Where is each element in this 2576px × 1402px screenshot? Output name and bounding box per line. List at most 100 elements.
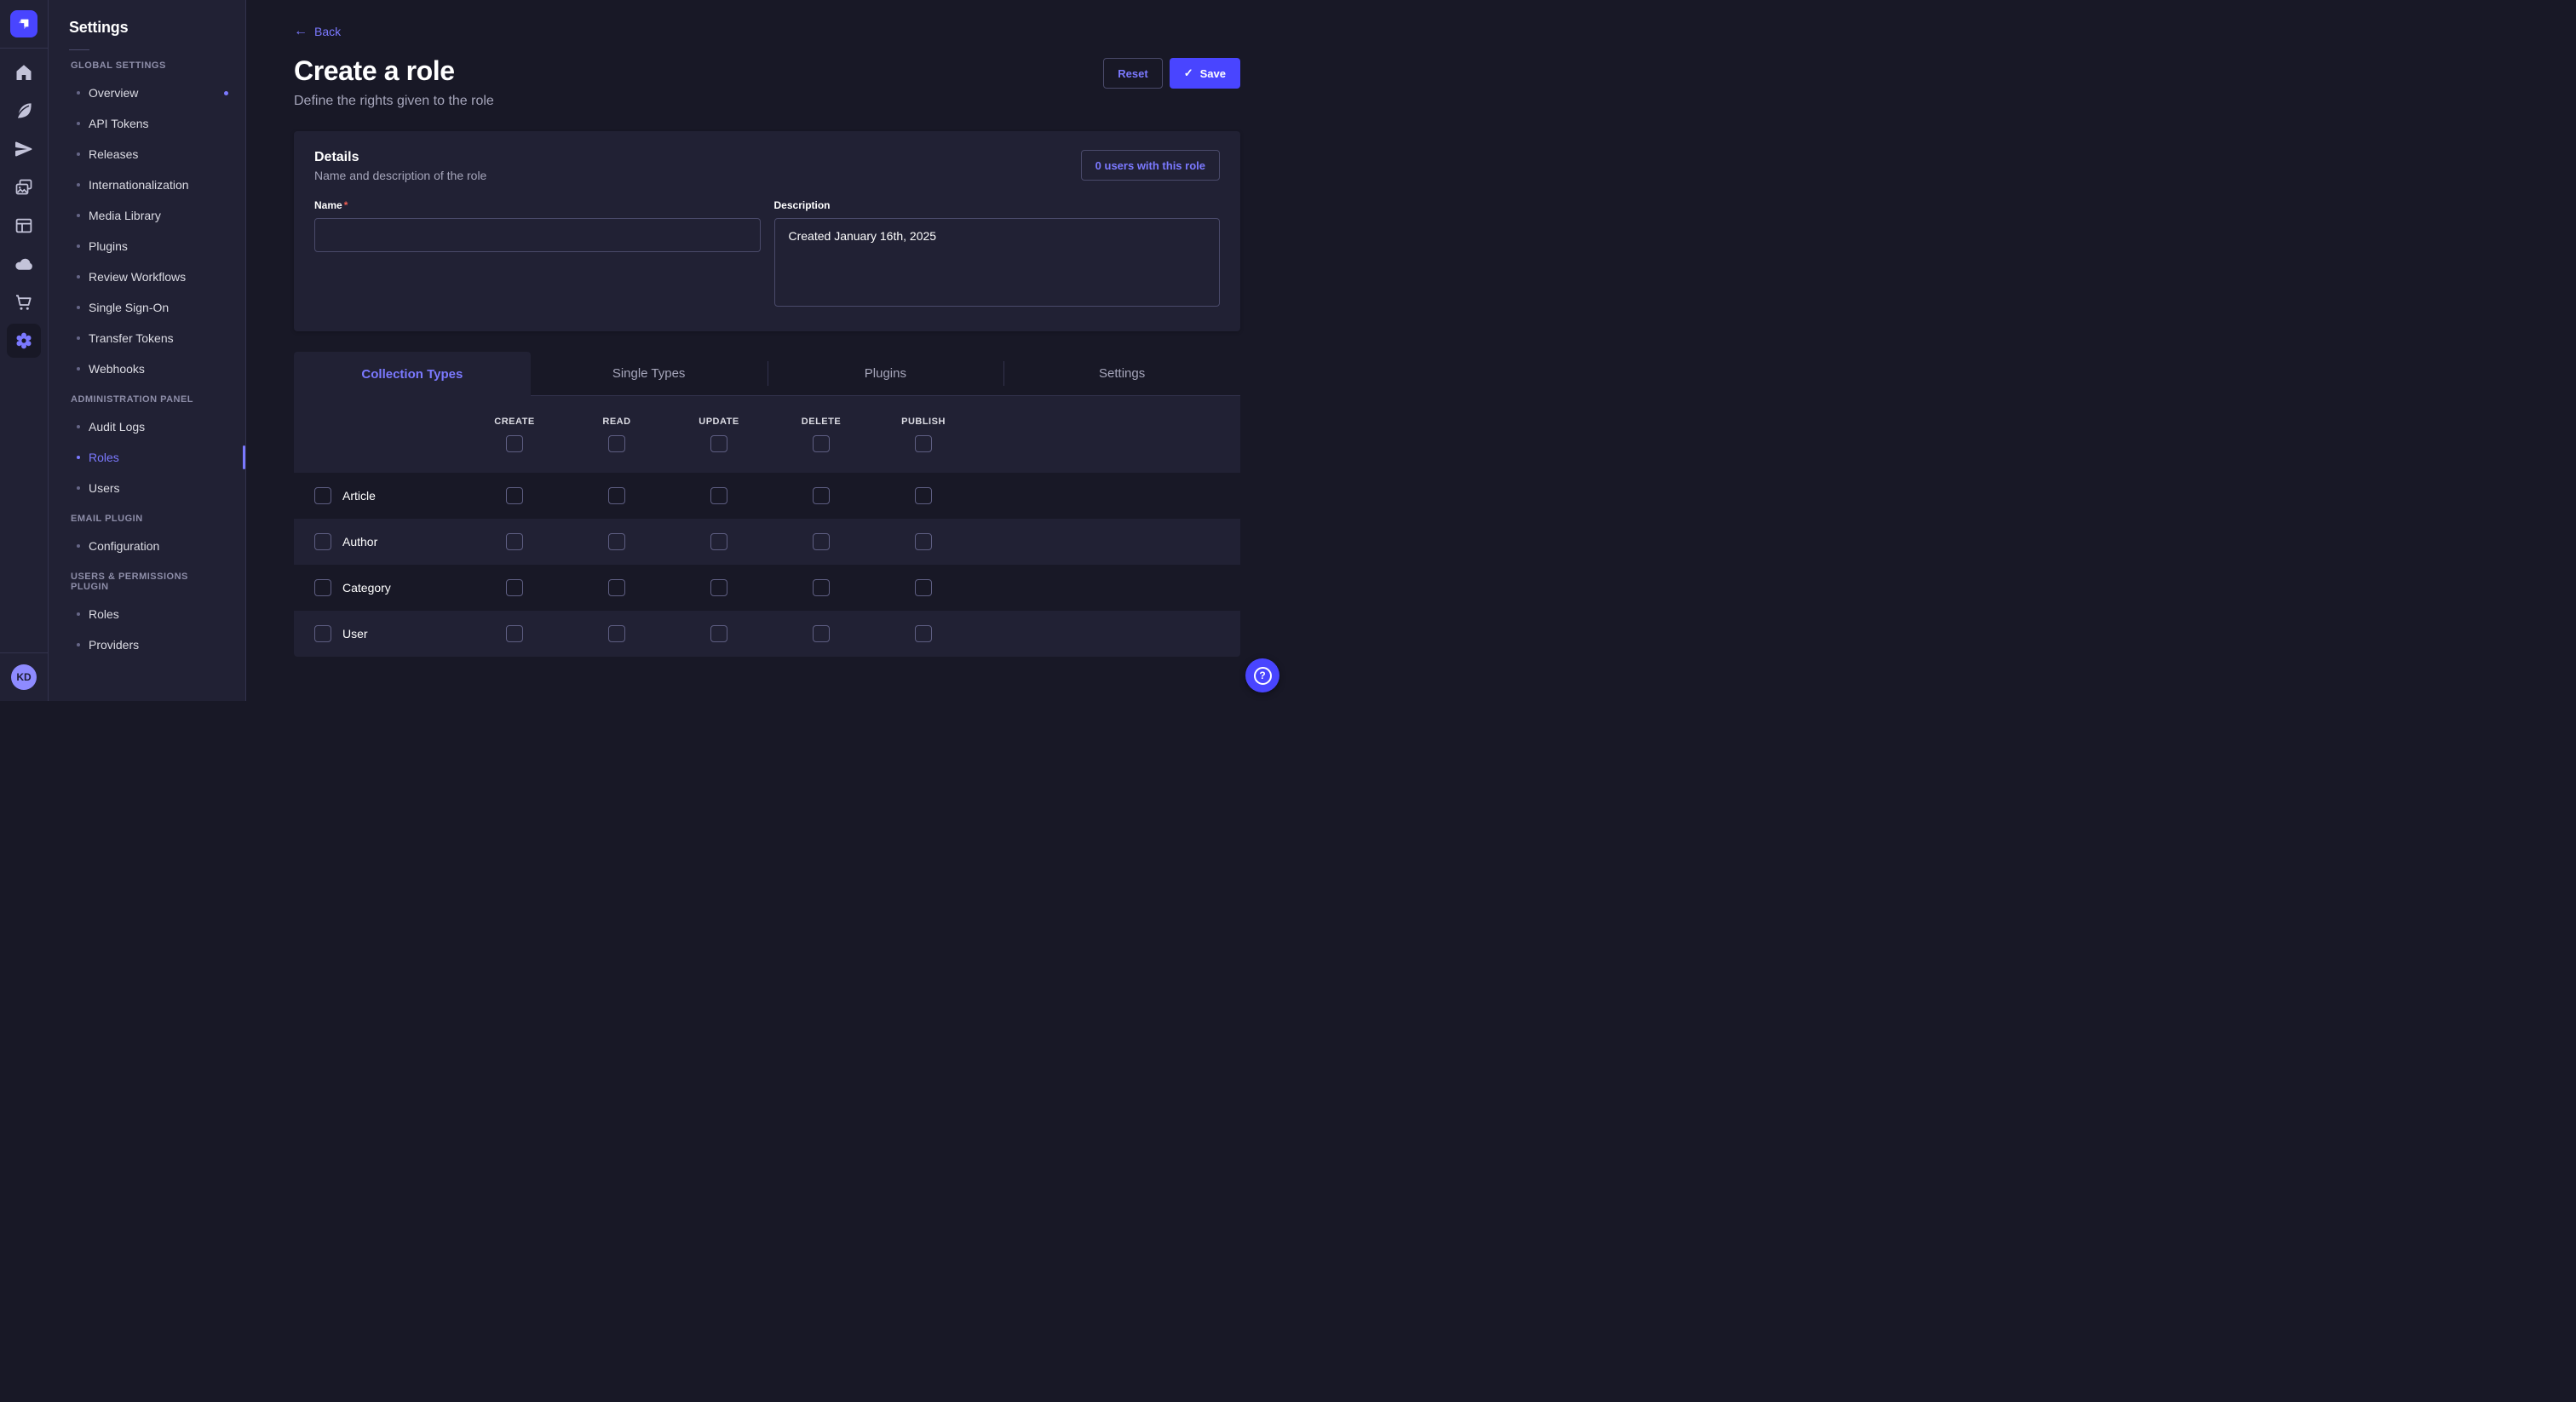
- select-all-checkbox[interactable]: [813, 435, 830, 452]
- subnav-item-label: Review Workflows: [89, 270, 186, 284]
- help-button[interactable]: ?: [1245, 658, 1279, 692]
- name-input[interactable]: [314, 218, 761, 252]
- permission-cell: [566, 625, 668, 642]
- send-icon: [14, 139, 34, 159]
- subnav-item[interactable]: Plugins: [49, 231, 245, 261]
- subnav-section: EMAIL PLUGIN Configuration: [49, 514, 245, 561]
- nav-slot[interactable]: [7, 209, 41, 243]
- permission-cell: [872, 533, 975, 550]
- permission-cell: [463, 579, 566, 596]
- permission-checkbox[interactable]: [608, 487, 625, 504]
- row-select-checkbox[interactable]: [314, 533, 331, 550]
- back-link[interactable]: ← Back: [294, 25, 341, 38]
- subnav-item-label: Releases: [89, 147, 138, 161]
- details-form: Name* Description Created January 16th, …: [314, 199, 1220, 311]
- users-with-role-button[interactable]: 0 users with this role: [1081, 150, 1220, 181]
- save-button[interactable]: ✓ Save: [1170, 58, 1240, 89]
- subnav-item[interactable]: Media Library: [49, 200, 245, 231]
- strapi-logo[interactable]: [10, 10, 37, 37]
- subnav-section-label: ADMINISTRATION PANEL: [71, 394, 223, 405]
- permission-checkbox[interactable]: [915, 533, 932, 550]
- subnav-item[interactable]: Providers: [49, 629, 245, 660]
- page-header: Create a role Define the rights given to…: [294, 56, 1240, 109]
- subnav-item-label: Media Library: [89, 209, 161, 222]
- description-textarea[interactable]: Created January 16th, 2025: [774, 218, 1221, 307]
- nav-slot[interactable]: [7, 55, 41, 89]
- bullet-icon: [77, 425, 80, 428]
- nav-slot[interactable]: [7, 94, 41, 128]
- subnav-item[interactable]: API Tokens: [49, 108, 245, 139]
- subnav-item[interactable]: Roles: [49, 442, 245, 473]
- permission-checkbox[interactable]: [915, 487, 932, 504]
- avatar[interactable]: KD: [11, 664, 37, 690]
- subnav-item[interactable]: Roles: [49, 599, 245, 629]
- row-name-cell: Author: [294, 533, 463, 550]
- subnav-item-label: API Tokens: [89, 117, 149, 130]
- subnav-item[interactable]: Audit Logs: [49, 411, 245, 442]
- tab[interactable]: Plugins: [768, 352, 1004, 395]
- permission-checkbox[interactable]: [710, 579, 727, 596]
- permission-checkbox[interactable]: [608, 533, 625, 550]
- permission-checkbox[interactable]: [506, 579, 523, 596]
- row-select-checkbox[interactable]: [314, 579, 331, 596]
- select-all-checkbox[interactable]: [608, 435, 625, 452]
- subnav-item[interactable]: Releases: [49, 139, 245, 170]
- bullet-icon: [77, 367, 80, 371]
- nav-slot[interactable]: [7, 247, 41, 281]
- nav-slot[interactable]: [7, 170, 41, 204]
- permission-checkbox[interactable]: [813, 625, 830, 642]
- nav-slot[interactable]: [7, 324, 41, 358]
- permission-checkbox[interactable]: [710, 487, 727, 504]
- tab[interactable]: Settings: [1003, 352, 1240, 395]
- subnav-item[interactable]: Overview: [49, 78, 245, 108]
- subnav-item[interactable]: Internationalization: [49, 170, 245, 200]
- check-icon: ✓: [1184, 66, 1193, 80]
- main-content: ← Back Create a role Define the rights g…: [246, 0, 1288, 701]
- permission-column-header: DELETE: [770, 417, 872, 452]
- permission-checkbox[interactable]: [506, 533, 523, 550]
- permission-checkbox[interactable]: [813, 579, 830, 596]
- subnav-section-label: USERS & PERMISSIONS PLUGIN: [71, 572, 223, 592]
- permission-checkbox[interactable]: [608, 625, 625, 642]
- subnav-item[interactable]: Webhooks: [49, 353, 245, 384]
- permission-checkbox[interactable]: [506, 625, 523, 642]
- details-card-titles: Details Name and description of the role: [314, 150, 486, 182]
- select-all-checkbox[interactable]: [710, 435, 727, 452]
- permission-checkbox[interactable]: [915, 579, 932, 596]
- permission-cell: [668, 487, 770, 504]
- permission-checkbox[interactable]: [813, 487, 830, 504]
- back-arrow-icon: ←: [294, 25, 308, 38]
- subnav-item[interactable]: Users: [49, 473, 245, 503]
- settings-icon: [14, 330, 34, 351]
- permission-checkbox[interactable]: [813, 533, 830, 550]
- row-select-checkbox[interactable]: [314, 487, 331, 504]
- subnav-item[interactable]: Review Workflows: [49, 261, 245, 292]
- permission-cell: [770, 579, 872, 596]
- permission-checkbox[interactable]: [710, 533, 727, 550]
- select-all-checkbox[interactable]: [506, 435, 523, 452]
- tab[interactable]: Single Types: [531, 352, 768, 395]
- permission-checkbox[interactable]: [915, 625, 932, 642]
- bullet-icon: [77, 183, 80, 187]
- select-all-checkbox[interactable]: [915, 435, 932, 452]
- tab[interactable]: Collection Types: [294, 352, 531, 396]
- permission-checkbox[interactable]: [710, 625, 727, 642]
- settings-subnav: Settings GLOBAL SETTINGS Overview API To…: [49, 0, 246, 701]
- subnav-item[interactable]: Configuration: [49, 531, 245, 561]
- subnav-item[interactable]: Single Sign-On: [49, 292, 245, 323]
- permission-checkbox[interactable]: [608, 579, 625, 596]
- bullet-icon: [77, 336, 80, 340]
- permission-checkbox[interactable]: [506, 487, 523, 504]
- description-field-group: Description Created January 16th, 2025: [774, 199, 1221, 311]
- name-field-group: Name*: [314, 199, 761, 311]
- nav-slot[interactable]: [7, 132, 41, 166]
- permission-cell: [872, 579, 975, 596]
- tab-label: Plugins: [865, 366, 906, 381]
- cloud-icon: [14, 254, 34, 274]
- row-select-checkbox[interactable]: [314, 625, 331, 642]
- reset-button[interactable]: Reset: [1103, 58, 1162, 89]
- nav-slot[interactable]: [7, 285, 41, 319]
- user-section: KD: [0, 652, 48, 701]
- subnav-item[interactable]: Transfer Tokens: [49, 323, 245, 353]
- permission-cell: [463, 533, 566, 550]
